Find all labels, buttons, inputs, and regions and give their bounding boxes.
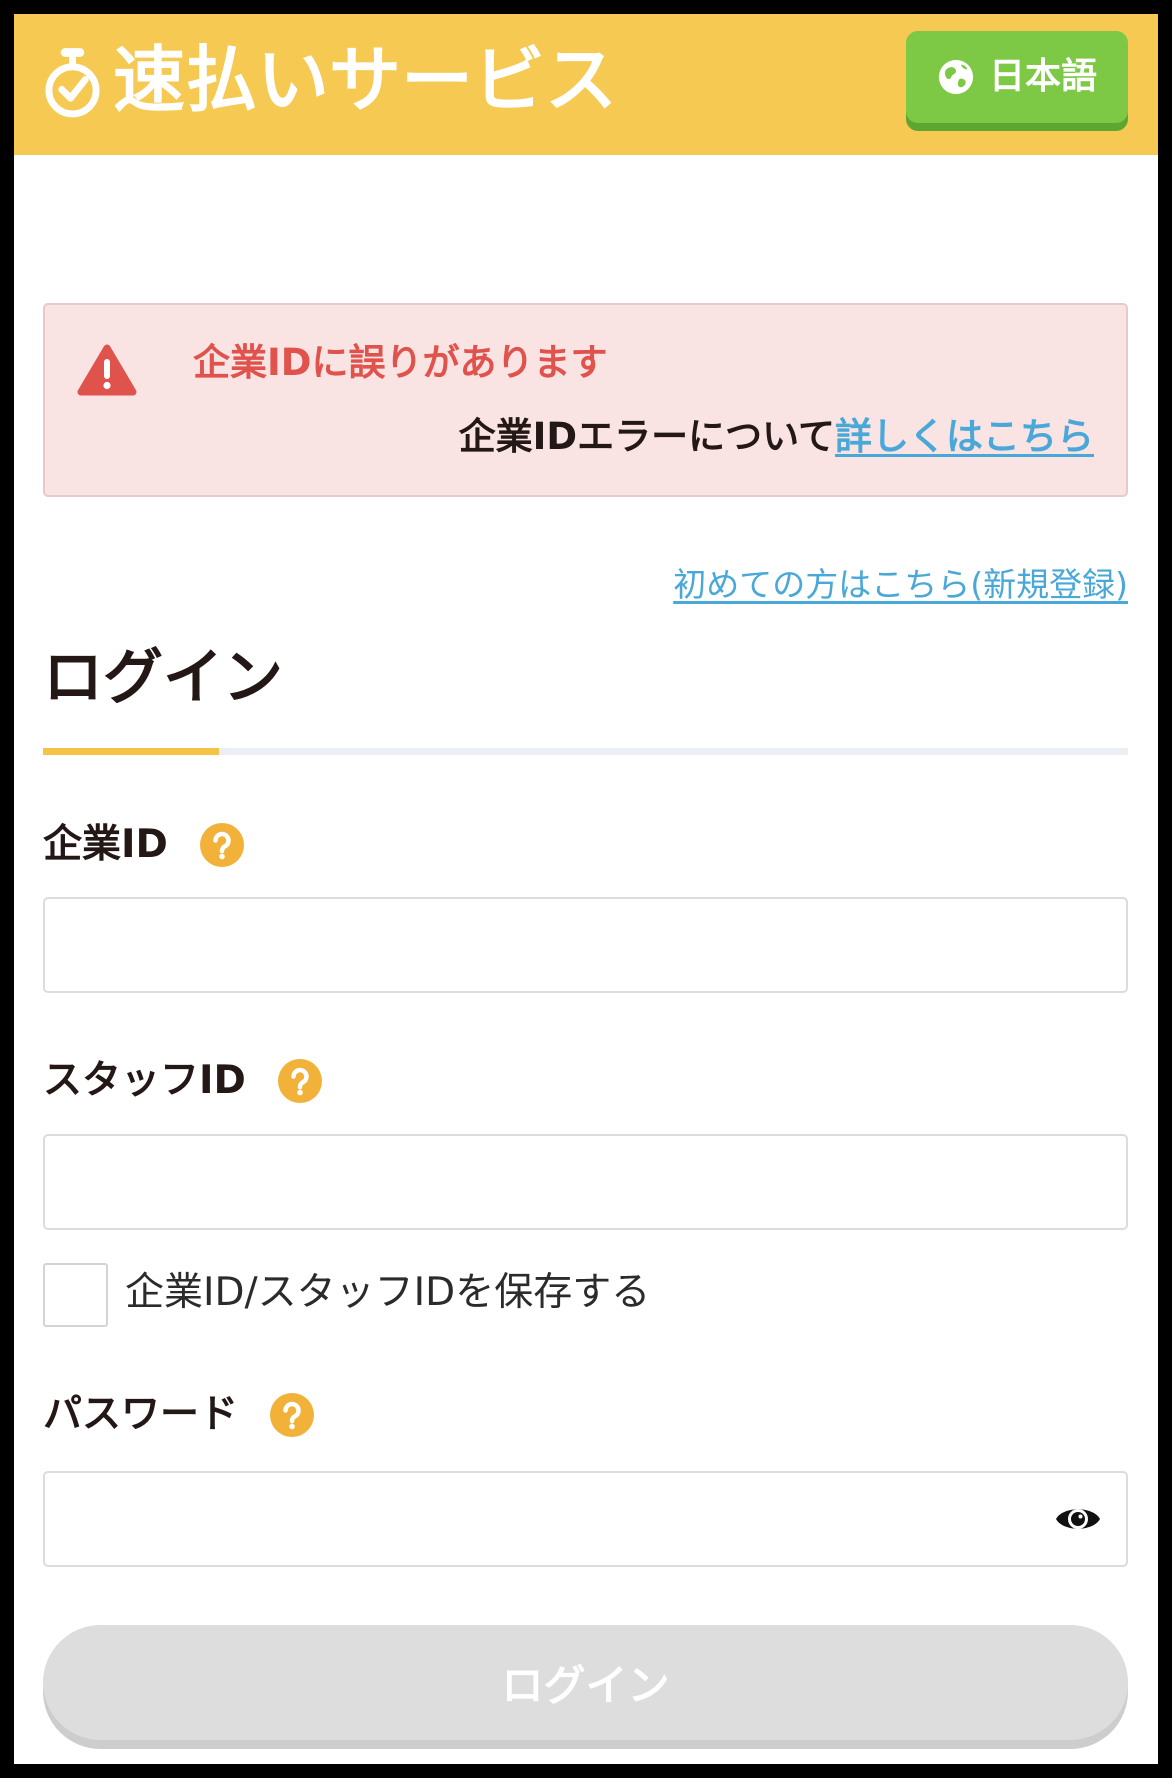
password-input[interactable] bbox=[43, 1471, 1128, 1567]
remember-ids-label[interactable]: 企業ID/スタッフIDを保存する bbox=[125, 1268, 650, 1318]
login-button[interactable]: ログイン bbox=[43, 1625, 1128, 1740]
password-label: パスワード bbox=[43, 1392, 239, 1437]
password-field bbox=[43, 1471, 1128, 1567]
title-underline-accent bbox=[43, 748, 219, 755]
error-alert: 企業IDに誤りがあります 企業IDエラーについて詳しくはこちら bbox=[43, 303, 1128, 497]
remember-ids-checkbox[interactable] bbox=[43, 1263, 108, 1327]
eye-icon[interactable] bbox=[1054, 1502, 1102, 1536]
stopwatch-icon bbox=[45, 48, 100, 118]
language-label: 日本語 bbox=[988, 56, 1097, 97]
company-id-input[interactable] bbox=[43, 897, 1128, 993]
app-logo-text: 速払いサービス bbox=[113, 38, 618, 122]
company-id-help-icon[interactable] bbox=[199, 823, 244, 867]
alert-details-link[interactable]: 詳しくはこちら bbox=[835, 415, 1094, 458]
staff-id-label-row: スタッフID bbox=[43, 1056, 322, 1106]
staff-id-label: スタッフID bbox=[43, 1058, 246, 1103]
staff-id-help-icon[interactable] bbox=[277, 1059, 322, 1103]
company-id-label: 企業ID bbox=[43, 822, 168, 867]
register-link[interactable]: 初めての方はこちら(新規登録) bbox=[673, 563, 1128, 607]
staff-id-input[interactable] bbox=[43, 1134, 1128, 1230]
alert-detail: 企業IDエラーについて詳しくはこちら bbox=[459, 414, 1094, 460]
alert-title: 企業IDに誤りがあります bbox=[193, 341, 608, 384]
globe-icon bbox=[938, 59, 974, 95]
header: 速払いサービス 日本語 bbox=[14, 14, 1158, 155]
alert-detail-text: 企業IDエラーについて bbox=[458, 415, 835, 458]
warning-icon bbox=[77, 344, 137, 396]
password-label-row: パスワード bbox=[43, 1390, 315, 1440]
company-id-label-row: 企業ID bbox=[43, 820, 244, 870]
page-title: ログイン bbox=[43, 643, 283, 713]
title-underline bbox=[43, 748, 1128, 755]
password-help-icon[interactable] bbox=[270, 1393, 315, 1437]
language-button[interactable]: 日本語 bbox=[906, 31, 1128, 123]
app-frame: 速払いサービス 日本語 企業IDに誤りがあります 企業IDエラーについて詳しくは… bbox=[14, 14, 1158, 1764]
